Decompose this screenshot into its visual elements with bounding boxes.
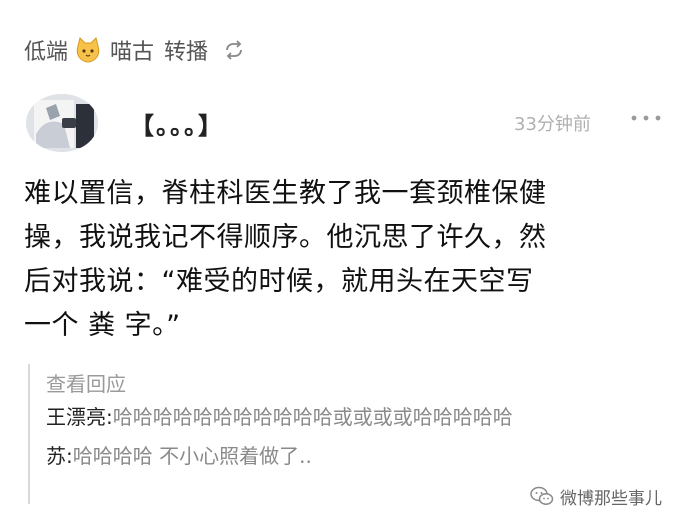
avatar[interactable] <box>26 94 98 152</box>
post-body-line: 一个 粪 字。” <box>24 310 181 341</box>
repost-icon[interactable] <box>222 38 246 62</box>
reply-item: 苏:哈哈哈哈 不小心照着做了.. <box>46 443 648 470</box>
cat-face-emoji-icon <box>76 37 100 63</box>
post-title: 【。。。】 <box>130 112 224 140</box>
reply-author[interactable]: 王漂亮: <box>46 405 113 429</box>
repost-user-name-prefix[interactable]: 低端 <box>24 34 68 66</box>
post-header: 【。。。】 33分钟前 <box>26 94 666 154</box>
post-body-line: 操，我说我记不得顺序。他沉思了许久，然 <box>24 222 547 253</box>
view-replies-link[interactable]: 查看回应 <box>46 368 648 398</box>
reply-item: 王漂亮:哈哈哈哈哈哈哈哈哈哈哈或或或或哈哈哈哈哈 <box>46 404 626 431</box>
reply-text: 哈哈哈哈 不小心照着做了.. <box>72 444 312 468</box>
post-body-line: 难以置信，脊柱科医生教了我一套颈椎保健 <box>24 178 547 209</box>
watermark: 微博那些事儿 <box>530 478 662 514</box>
reply-text: 哈哈哈哈哈哈哈哈哈哈哈或或或或哈哈哈哈哈 <box>112 405 513 429</box>
wechat-icon <box>530 486 554 505</box>
watermark-text: 微博那些事儿 <box>560 488 662 509</box>
repost-action-label: 转播 <box>164 40 209 65</box>
repost-line: 低端 喵古 转播 <box>24 30 246 70</box>
avatar-image-icon <box>26 94 98 152</box>
post-timestamp: 33分钟前 <box>514 114 591 135</box>
more-dots-icon[interactable] <box>628 108 664 128</box>
repost-user-name-suffix[interactable]: 喵古 <box>110 34 154 66</box>
post-body-line: 后对我说：“难受的时候，就用头在天空写 <box>24 266 534 297</box>
reply-author[interactable]: 苏: <box>46 444 73 468</box>
post-body: 难以置信，脊柱科医生教了我一套颈椎保健 操，我说我记不得顺序。他沉思了许久，然 … <box>24 172 664 348</box>
